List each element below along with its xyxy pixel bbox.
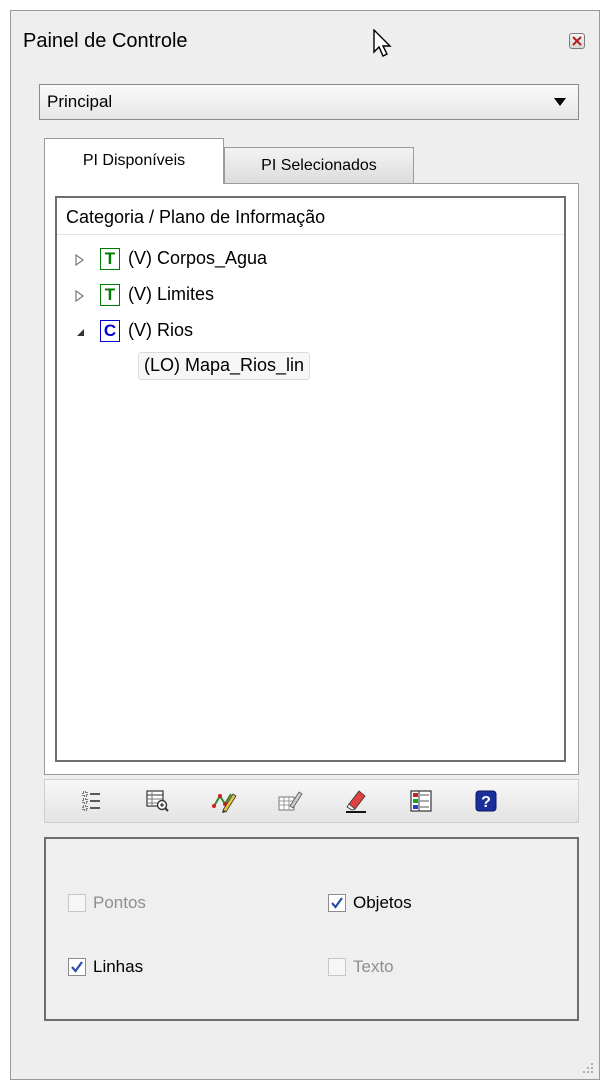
edit-table-button[interactable] bbox=[277, 788, 303, 814]
close-icon bbox=[572, 36, 582, 46]
texto-checkbox bbox=[328, 958, 346, 976]
expand-arrow-icon[interactable] bbox=[75, 254, 85, 266]
expand-arrow-icon[interactable] bbox=[75, 290, 85, 302]
help-icon: ? bbox=[475, 790, 497, 812]
tree-item-label: (V) Corpos_Agua bbox=[128, 248, 268, 268]
tree-item-label: (V) Rios bbox=[128, 320, 194, 340]
collapse-arrow-icon[interactable] bbox=[75, 326, 85, 338]
edit-vector-button[interactable] bbox=[211, 788, 237, 814]
window-title: Painel de Controle bbox=[23, 30, 188, 52]
resize-grip-icon[interactable] bbox=[583, 1063, 593, 1073]
tab-label: PI Selecionados bbox=[261, 157, 377, 174]
control-panel: Painel de Controle Principal PI Disponív… bbox=[10, 10, 600, 1080]
list-button[interactable] bbox=[79, 788, 105, 814]
eraser-button[interactable] bbox=[343, 788, 369, 814]
legend-icon bbox=[410, 790, 432, 812]
option-label: Linhas bbox=[93, 957, 144, 976]
tab-content: Categoria / Plano de Informação T (V) Co… bbox=[44, 183, 579, 775]
tree-child-mapa-rios-lin[interactable]: (LO) Mapa_Rios_lin bbox=[138, 352, 311, 380]
category-type-icon: C bbox=[100, 320, 120, 342]
view-selector-dropdown[interactable]: Principal bbox=[39, 84, 579, 120]
option-label: Texto bbox=[353, 957, 394, 976]
table-zoom-button[interactable] bbox=[144, 788, 170, 814]
checkmark-icon bbox=[71, 961, 83, 973]
display-options-group: Pontos Objetos Linhas Texto bbox=[44, 837, 579, 1021]
tree-column-header: Categoria / Plano de Informação bbox=[57, 198, 564, 235]
svg-text:?: ? bbox=[481, 794, 491, 811]
dropdown-selected-value: Principal bbox=[47, 92, 113, 111]
category-type-icon: T bbox=[100, 248, 120, 270]
toolbar: ? bbox=[44, 779, 579, 823]
tab-label: PI Disponíveis bbox=[82, 152, 186, 169]
pontos-checkbox bbox=[68, 894, 86, 912]
chevron-down-icon bbox=[554, 98, 566, 106]
objetos-checkbox[interactable] bbox=[328, 894, 346, 912]
title-bar: Painel de Controle bbox=[11, 11, 599, 61]
close-button[interactable] bbox=[569, 33, 585, 49]
tree-header-label: Categoria / Plano de Informação bbox=[66, 207, 326, 227]
linhas-checkbox[interactable] bbox=[68, 958, 86, 976]
category-type-icon: T bbox=[100, 284, 120, 306]
mouse-cursor-icon bbox=[373, 29, 392, 57]
checkmark-icon bbox=[331, 897, 343, 909]
tab-pi-selecionados[interactable]: PI Selecionados bbox=[224, 147, 414, 184]
edit-vector-icon bbox=[212, 793, 237, 813]
edit-table-icon bbox=[278, 791, 303, 811]
table-zoom-icon bbox=[146, 790, 169, 812]
legend-button[interactable] bbox=[408, 788, 434, 814]
help-button[interactable]: ? bbox=[473, 788, 499, 814]
eraser-icon bbox=[346, 790, 366, 813]
option-label: Objetos bbox=[353, 893, 412, 912]
option-label: Pontos bbox=[93, 893, 146, 912]
tree-item-label: (V) Limites bbox=[128, 284, 215, 304]
layer-tree[interactable]: Categoria / Plano de Informação T (V) Co… bbox=[55, 196, 566, 762]
list-icon bbox=[82, 791, 100, 811]
tab-pi-disponiveis[interactable]: PI Disponíveis bbox=[44, 138, 224, 184]
